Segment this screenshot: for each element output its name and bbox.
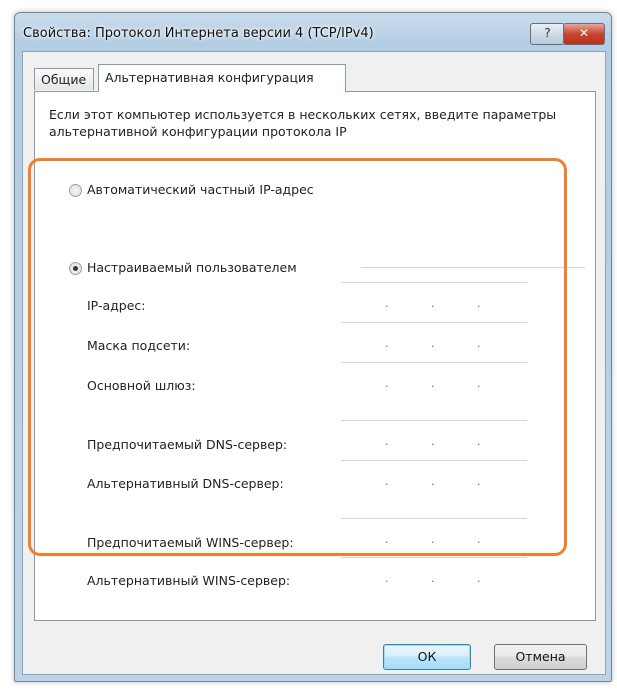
ip-separator: .	[385, 533, 389, 546]
preferred-dns-label: Предпочитаемый DNS-сервер:	[87, 437, 288, 452]
preferred-wins-label: Предпочитаемый WINS-сервер:	[87, 535, 294, 550]
tab-alternative-configuration[interactable]: Альтернативная конфигурация	[98, 64, 346, 92]
ok-button[interactable]: ОК	[383, 644, 471, 670]
default-gateway-label: Основной шлюз:	[87, 378, 196, 393]
alternate-wins-input[interactable]: ...	[341, 557, 527, 602]
alternate-wins-label: Альтернативный WINS-сервер:	[87, 573, 291, 588]
preferred-dns-input[interactable]: ...	[341, 420, 527, 465]
ip-separator: .	[431, 435, 435, 448]
radio-user-configured[interactable]	[69, 262, 82, 275]
title-bar[interactable]: Свойства: Протокол Интернета версии 4 (T…	[15, 13, 611, 51]
ip-separator: .	[385, 297, 389, 310]
ip-separator: .	[477, 572, 481, 585]
ip-separator: .	[385, 377, 389, 390]
ip-separator: .	[385, 337, 389, 350]
ip-separator: .	[431, 337, 435, 350]
cancel-button[interactable]: Отмена	[494, 644, 587, 670]
ip-separator: .	[477, 475, 481, 488]
ip-separator: .	[477, 435, 481, 448]
ip-separator: .	[477, 377, 481, 390]
radio-auto-private-ip[interactable]	[69, 184, 82, 197]
subnet-mask-input[interactable]: ...	[341, 322, 527, 367]
ip-separator: .	[477, 297, 481, 310]
ip-address-label: IP-адрес:	[87, 298, 146, 313]
radio-auto-private-ip-label[interactable]: Автоматический частный IP-адрес	[87, 182, 314, 197]
ip-separator: .	[431, 377, 435, 390]
default-gateway-input[interactable]: ...	[341, 362, 527, 407]
radio-user-configured-label[interactable]: Настраиваемый пользователем	[87, 260, 297, 275]
ip-separator: .	[477, 533, 481, 546]
ip-separator: .	[431, 572, 435, 585]
ip-separator: .	[477, 337, 481, 350]
ip-separator: .	[385, 435, 389, 448]
alternate-dns-label: Альтернативный DNS-сервер:	[87, 476, 284, 491]
window-title: Свойства: Протокол Интернета версии 4 (T…	[23, 26, 374, 41]
ip-separator: .	[385, 475, 389, 488]
dialog-window: Свойства: Протокол Интернета версии 4 (T…	[14, 12, 612, 682]
tab-panel: Если этот компьютер используется в неско…	[34, 91, 596, 621]
tab-general[interactable]: Общие	[34, 68, 94, 90]
dialog-client-area: Общие Альтернативная конфигурация Если э…	[22, 51, 606, 675]
ip-separator: .	[431, 475, 435, 488]
ip-separator: .	[431, 533, 435, 546]
alternate-dns-input[interactable]: ...	[341, 460, 527, 505]
group-divider	[361, 267, 585, 268]
subnet-mask-label: Маска подсети:	[87, 338, 191, 353]
ip-separator: .	[431, 297, 435, 310]
ip-address-input[interactable]: ...	[341, 282, 527, 327]
description-text: Если этот компьютер используется в неско…	[49, 107, 557, 139]
ip-separator: .	[385, 572, 389, 585]
close-button[interactable]: ✕	[563, 23, 605, 45]
help-button[interactable]: ?	[530, 23, 565, 45]
